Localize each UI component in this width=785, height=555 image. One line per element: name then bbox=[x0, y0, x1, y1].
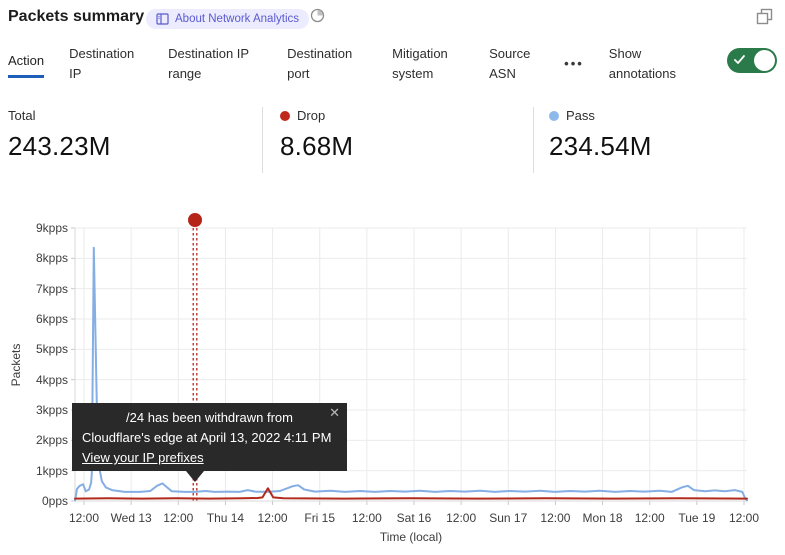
close-icon[interactable]: ✕ bbox=[329, 406, 340, 419]
y-tick-label: 9kpps bbox=[0, 221, 68, 235]
y-tick-label: 7kpps bbox=[0, 282, 68, 296]
tooltip-line2: Cloudflare's edge at April 13, 2022 4:11… bbox=[82, 428, 337, 448]
view-ip-prefixes-link[interactable]: View your IP prefixes bbox=[82, 448, 204, 468]
y-axis-title: Packets bbox=[9, 315, 23, 415]
tooltip-caret bbox=[186, 471, 204, 482]
annotation-marker-dot[interactable] bbox=[188, 213, 202, 227]
tooltip-line1: /24 has been withdrawn from bbox=[82, 408, 337, 428]
series-line-drop bbox=[75, 488, 747, 498]
annotation-tooltip: /24 has been withdrawn from Cloudflare's… bbox=[72, 403, 347, 471]
y-tick-label: 8kpps bbox=[0, 251, 68, 265]
packets-chart bbox=[0, 0, 785, 555]
y-tick-label: 2kpps bbox=[0, 433, 68, 447]
x-tick-label: 12:00 bbox=[712, 511, 776, 525]
x-axis-title: Time (local) bbox=[351, 530, 471, 544]
y-tick-label: 1kpps bbox=[0, 464, 68, 478]
y-tick-label: 0pps bbox=[0, 494, 68, 508]
